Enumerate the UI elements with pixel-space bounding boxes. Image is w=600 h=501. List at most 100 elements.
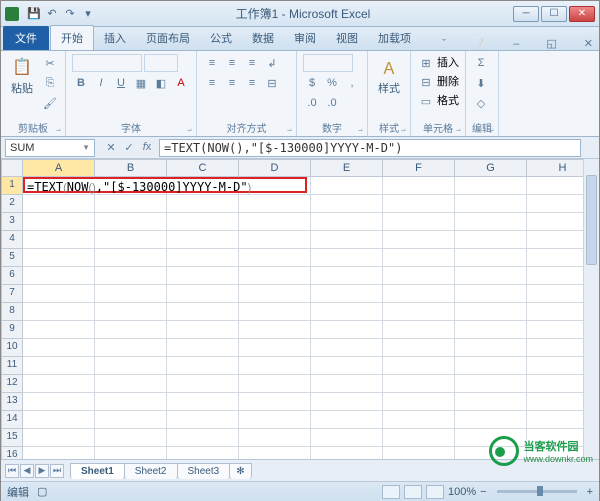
italic-button[interactable]: I xyxy=(92,74,110,92)
cell-E6[interactable] xyxy=(311,267,383,285)
view-pagebreak-button[interactable] xyxy=(426,485,444,499)
redo-icon[interactable]: ↷ xyxy=(63,7,77,21)
row-header-7[interactable]: 7 xyxy=(1,285,23,303)
cell-F8[interactable] xyxy=(383,303,455,321)
cell-D10[interactable] xyxy=(239,339,311,357)
align-right-button[interactable]: ≡ xyxy=(243,74,261,92)
format-painter-icon[interactable]: 🖌 xyxy=(41,94,59,112)
cell-D9[interactable] xyxy=(239,321,311,339)
zoom-level[interactable]: 100% xyxy=(448,486,476,498)
row-header-9[interactable]: 9 xyxy=(1,321,23,339)
cell-E7[interactable] xyxy=(311,285,383,303)
scrollbar-thumb[interactable] xyxy=(586,175,597,265)
number-format-dropdown[interactable] xyxy=(303,54,353,72)
font-size-dropdown[interactable] xyxy=(144,54,178,72)
merge-button[interactable]: ⊟ xyxy=(263,74,281,92)
column-header-E[interactable]: E xyxy=(311,159,383,177)
cell-G6[interactable] xyxy=(455,267,527,285)
cell-B3[interactable] xyxy=(95,213,167,231)
cell-B10[interactable] xyxy=(95,339,167,357)
select-all-corner[interactable] xyxy=(1,159,23,177)
cell-E5[interactable] xyxy=(311,249,383,267)
cell-A3[interactable] xyxy=(23,213,95,231)
row-header-13[interactable]: 13 xyxy=(1,393,23,411)
cell-F10[interactable] xyxy=(383,339,455,357)
cell-E8[interactable] xyxy=(311,303,383,321)
cell-E3[interactable] xyxy=(311,213,383,231)
wrap-text-button[interactable]: ↲ xyxy=(263,54,281,72)
clear-button[interactable]: ◇ xyxy=(472,94,490,112)
tab-review[interactable]: 审阅 xyxy=(284,26,326,50)
cell-C8[interactable] xyxy=(167,303,239,321)
sheet-first-button[interactable]: ⏮ xyxy=(5,464,19,478)
row-header-11[interactable]: 11 xyxy=(1,357,23,375)
vertical-scrollbar[interactable] xyxy=(583,159,599,459)
sheet-last-button[interactable]: ⏭ xyxy=(50,464,64,478)
cell-D3[interactable] xyxy=(239,213,311,231)
cell-A10[interactable] xyxy=(23,339,95,357)
cell-A2[interactable] xyxy=(23,195,95,213)
cell-G11[interactable] xyxy=(455,357,527,375)
cell-F7[interactable] xyxy=(383,285,455,303)
underline-button[interactable]: U xyxy=(112,74,130,92)
zoom-out-button[interactable]: − xyxy=(480,486,486,498)
cell-C13[interactable] xyxy=(167,393,239,411)
cell-C16[interactable] xyxy=(167,447,239,459)
cell-F3[interactable] xyxy=(383,213,455,231)
column-header-A[interactable]: A xyxy=(23,159,95,177)
cell-D2[interactable] xyxy=(239,195,311,213)
copy-icon[interactable]: ⎘ xyxy=(41,74,59,92)
sheet-next-button[interactable]: ▶ xyxy=(35,464,49,478)
bold-button[interactable]: B xyxy=(72,74,90,92)
cell-B16[interactable] xyxy=(95,447,167,459)
cell-F13[interactable] xyxy=(383,393,455,411)
cell-G3[interactable] xyxy=(455,213,527,231)
view-pagelayout-button[interactable] xyxy=(404,485,422,499)
qat-dropdown-icon[interactable]: ▾ xyxy=(81,7,95,21)
align-middle-button[interactable]: ≡ xyxy=(223,54,241,72)
cell-B2[interactable] xyxy=(95,195,167,213)
cell-editor[interactable]: =TEXT(NOW(),"[$-130000]YYYY-M-D") xyxy=(23,177,307,193)
cell-A11[interactable] xyxy=(23,357,95,375)
tab-view[interactable]: 视图 xyxy=(326,26,368,50)
cell-G2[interactable] xyxy=(455,195,527,213)
cell-E9[interactable] xyxy=(311,321,383,339)
cell-E12[interactable] xyxy=(311,375,383,393)
mdi-close-icon[interactable]: ✕ xyxy=(578,37,599,50)
save-icon[interactable]: 💾 xyxy=(27,7,41,21)
cell-B9[interactable] xyxy=(95,321,167,339)
cell-D12[interactable] xyxy=(239,375,311,393)
minimize-button[interactable]: ─ xyxy=(513,6,539,22)
paste-button[interactable]: 📋 粘贴 xyxy=(7,54,37,98)
cell-E2[interactable] xyxy=(311,195,383,213)
cell-E14[interactable] xyxy=(311,411,383,429)
cell-G14[interactable] xyxy=(455,411,527,429)
cell-C11[interactable] xyxy=(167,357,239,375)
maximize-button[interactable]: ☐ xyxy=(541,6,567,22)
row-header-2[interactable]: 2 xyxy=(1,195,23,213)
row-header-4[interactable]: 4 xyxy=(1,231,23,249)
worksheet-grid[interactable]: ABCDEFGH 1234567891011121314151617 =TEXT… xyxy=(1,159,599,459)
cell-F14[interactable] xyxy=(383,411,455,429)
cell-A7[interactable] xyxy=(23,285,95,303)
cell-E13[interactable] xyxy=(311,393,383,411)
tab-formulas[interactable]: 公式 xyxy=(200,26,242,50)
view-normal-button[interactable] xyxy=(382,485,400,499)
new-sheet-button[interactable]: ✻ xyxy=(229,463,251,479)
row-header-3[interactable]: 3 xyxy=(1,213,23,231)
cancel-formula-button[interactable]: ✕ xyxy=(103,141,119,154)
cell-A5[interactable] xyxy=(23,249,95,267)
cell-C5[interactable] xyxy=(167,249,239,267)
comma-button[interactable]: , xyxy=(343,74,361,92)
cell-E1[interactable] xyxy=(311,177,383,195)
cell-G10[interactable] xyxy=(455,339,527,357)
cut-icon[interactable]: ✂ xyxy=(41,54,59,72)
align-left-button[interactable]: ≡ xyxy=(203,74,221,92)
row-header-16[interactable]: 16 xyxy=(1,447,23,459)
cell-D5[interactable] xyxy=(239,249,311,267)
cell-F11[interactable] xyxy=(383,357,455,375)
cell-D15[interactable] xyxy=(239,429,311,447)
row-header-1[interactable]: 1 xyxy=(1,177,23,195)
cell-G7[interactable] xyxy=(455,285,527,303)
column-header-F[interactable]: F xyxy=(383,159,455,177)
